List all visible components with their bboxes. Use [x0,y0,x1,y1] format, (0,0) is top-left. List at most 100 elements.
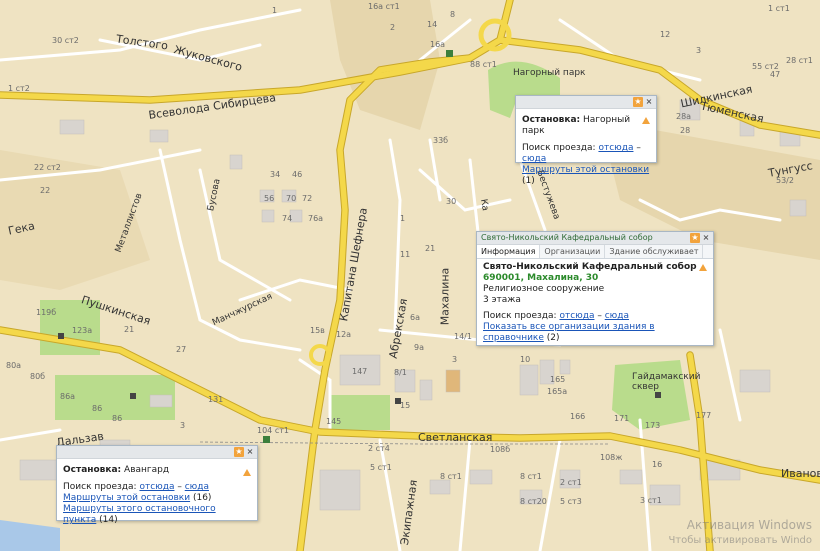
stop-routes-count: (1) [522,176,535,186]
tab-info[interactable]: Информация [477,245,541,258]
house-number: 9a [414,343,424,352]
house-number: 86 [112,414,123,423]
tab-building-serves[interactable]: Здание обслуживает [605,245,704,258]
route-dash: – [636,143,641,153]
house-number: 165 [550,375,566,384]
house-number: 166 [570,412,586,421]
house-number: 1 ст1 [768,4,790,13]
house-number: 171 [614,414,630,423]
house-number: 14/1 [454,332,472,341]
house-number: 22 ст2 [34,163,61,172]
stop-routes-link[interactable]: Маршруты этой остановки [522,165,649,175]
house-number: 15в [310,326,325,335]
stop-name: Авангард [124,465,170,475]
house-number: 28 ст1 [786,56,813,65]
house-number: 22 [40,186,51,195]
street-karl: Ка [477,198,490,212]
house-number: 30 ст2 [52,36,79,45]
house-number: 16a [430,40,446,49]
house-number: 30 [446,197,457,206]
house-number: 53/2 [776,176,794,185]
route-to-link[interactable]: сюда [522,154,546,164]
house-number: 70 [286,194,297,203]
house-number: 72 [302,194,313,203]
house-number: 147 [352,367,368,376]
route-search-label: Поиск проезда: [522,143,596,153]
house-number: 5 ст3 [560,497,582,506]
warning-icon[interactable] [243,469,251,476]
close-icon[interactable]: × [701,233,711,243]
stop-label: Остановка: [522,115,581,125]
stop-popup-nagorny-park: ★ × Остановка: Нагорный парк Поиск проез… [515,95,657,186]
popup-tabs: Информация Организации Здание обслуживае… [477,245,713,259]
house-number: 145 [326,417,342,426]
route-to-link[interactable]: сюда [605,311,629,321]
street-svetlanskaya: Светланская [418,431,493,444]
house-number: 14 [427,20,438,29]
house-number: 131 [208,395,224,404]
house-number: 28a [676,112,692,121]
house-number: 173 [645,421,661,430]
house-number: 3 [452,355,458,364]
building-orgs-link[interactable]: Показать все организации здания в справо… [483,322,655,343]
route-from-link[interactable]: отсюда [139,482,174,492]
house-number: 2 ст4 [368,444,390,453]
route-from-link[interactable]: отсюда [598,143,633,153]
route-dash: – [597,311,602,321]
stop-routes-count: (16) [192,493,212,503]
house-number: 56 [264,194,275,203]
building-name: Свято-Никольский Кафедральный собор [483,262,697,272]
house-number: 8 [450,10,456,19]
house-number: 28 [680,126,691,135]
stop-point-routes-count: (14) [99,515,118,525]
street-ivanovskaya: Ивановс [781,467,820,480]
warning-icon[interactable] [699,264,707,271]
favorite-icon[interactable]: ★ [633,97,643,107]
close-icon[interactable]: × [245,447,255,457]
house-number: 16a ст1 [368,2,400,11]
house-number: 177 [696,411,712,420]
activation-watermark-title: Активация Windows [686,518,812,532]
building-orgs-count: (2) [546,333,560,343]
house-number: 46 [292,170,303,179]
house-number: 2 [390,23,396,32]
stop-point-routes-link[interactable]: Маршруты этого остановочного пункта [63,504,216,525]
close-icon[interactable]: × [644,97,654,107]
building-type: Религиозное сооружение [483,284,605,294]
popup-titlebar: Свято-Никольский Кафедральный собор ★ × [477,232,713,245]
tab-organizations[interactable]: Организации [540,245,606,258]
house-number: 165a [547,387,568,396]
house-number: 86a [60,392,76,401]
favorite-icon[interactable]: ★ [690,233,700,243]
house-number: 76a [308,214,324,223]
route-to-link[interactable]: сюда [185,482,209,492]
house-number: 10 [520,355,531,364]
popup-titlebar: ★ × [516,96,656,109]
route-from-link[interactable]: отсюда [559,311,594,321]
house-number: 21 [124,325,135,334]
house-number: 74 [282,214,293,223]
house-number: 80a [6,361,22,370]
house-number: 2 ст1 [560,478,582,487]
house-number: 3 [696,46,702,55]
street-mahalina: Махалина [438,267,452,326]
stop-routes-link[interactable]: Маршруты этой остановки [63,493,190,503]
house-number: 1 [272,6,278,15]
house-number: 104 ст1 [257,426,289,435]
favorite-icon[interactable]: ★ [234,447,244,457]
route-search-label: Поиск проезда: [483,311,557,321]
house-number: 8 ст1 [520,472,542,481]
house-number: 88 ст1 [470,60,497,69]
house-number: 123a [72,326,93,335]
house-number: 3 ст1 [640,496,662,505]
building-floors: 3 этажа [483,295,521,305]
house-number: 8 ст20 [520,497,547,506]
warning-icon[interactable] [642,117,650,124]
house-number: 5 ст1 [370,463,392,472]
house-number: 21 [425,244,436,253]
house-number: 119б [36,308,57,317]
house-number: 1 [400,214,406,223]
house-number: 12 [660,30,671,39]
house-number: 11 [400,250,411,259]
route-dash: – [177,482,182,492]
